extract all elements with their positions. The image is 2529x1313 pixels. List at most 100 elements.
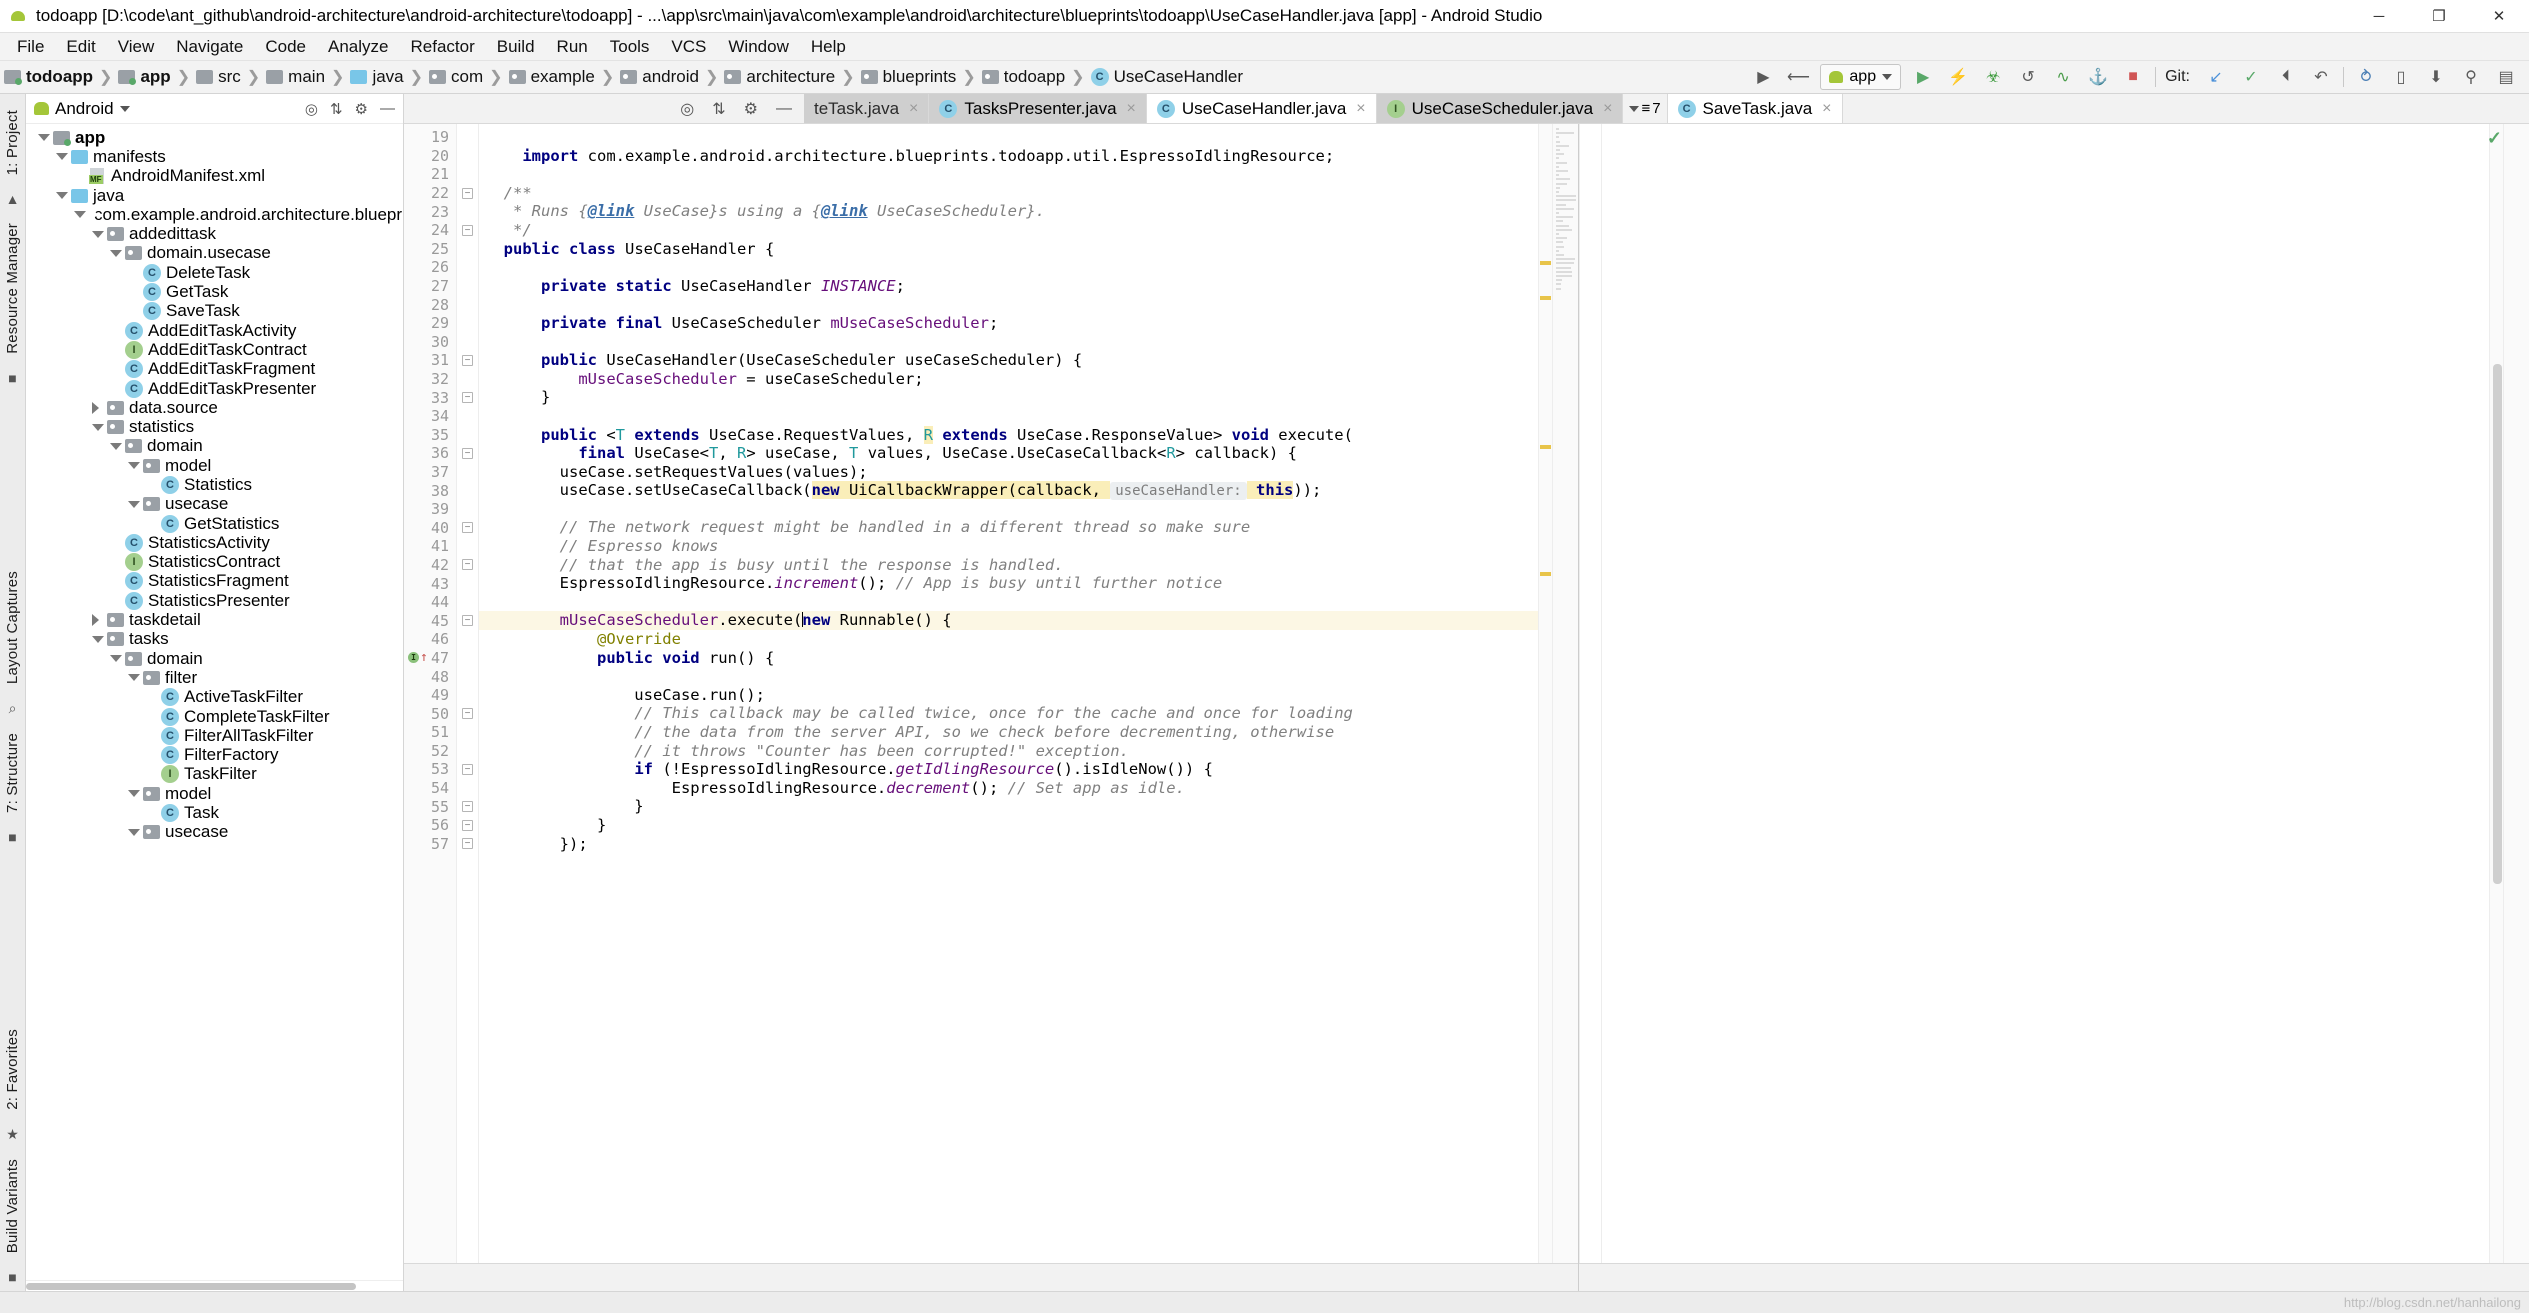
- tree-expand-arrow-icon[interactable]: [92, 402, 104, 414]
- code-line[interactable]: // This callback may be called twice, on…: [479, 704, 1538, 723]
- code-fold-toggle[interactable]: −: [457, 351, 478, 370]
- tree-node-statisticsactivity[interactable]: CStatisticsActivity: [26, 533, 403, 552]
- tree-expand-arrow-icon[interactable]: [110, 250, 122, 257]
- tree-node-activetaskfilter[interactable]: CActiveTaskFilter: [26, 688, 403, 707]
- tabs-overflow-button[interactable]: ≡7: [1623, 94, 1667, 123]
- code-line[interactable]: }: [479, 388, 1538, 407]
- tree-expand-arrow-icon[interactable]: [92, 614, 104, 626]
- run-icon[interactable]: ▶: [1910, 64, 1936, 90]
- tree-expand-arrow-icon[interactable]: [128, 501, 140, 508]
- tree-node-manifests[interactable]: manifests: [26, 147, 403, 166]
- tree-expand-arrow-icon[interactable]: [128, 462, 140, 469]
- fold-gutter-left[interactable]: −−−−−−−−−−−−−: [457, 124, 479, 1263]
- tree-node-filter[interactable]: filter: [26, 668, 403, 687]
- settings-gear-icon[interactable]: ⚙: [355, 100, 368, 118]
- locate-icon[interactable]: ◎: [680, 99, 694, 119]
- code-line[interactable]: // the data from the server API, so we c…: [479, 723, 1538, 742]
- tree-node-addedittaskfragment[interactable]: CAddEditTaskFragment: [26, 360, 403, 379]
- tree-node-addedittaskpresenter[interactable]: CAddEditTaskPresenter: [26, 379, 403, 398]
- breadcrumb-item-todoapp[interactable]: todoapp: [4, 67, 93, 87]
- tool-window-button--favorites[interactable]: 2: Favorites: [4, 1029, 21, 1110]
- menu-item-tools[interactable]: Tools: [599, 35, 661, 59]
- code-line[interactable]: // it throws "Counter has been corrupted…: [479, 742, 1538, 761]
- code-line[interactable]: [479, 295, 1538, 314]
- tree-node-usecase[interactable]: usecase: [26, 495, 403, 514]
- project-view-selector-label[interactable]: Android: [55, 99, 114, 119]
- minimize-button[interactable]: ─: [2349, 0, 2409, 33]
- tree-node-com-example-android-architecture-blueprints-todoapp[interactable]: com.example.android.architecture.bluepri…: [26, 205, 403, 224]
- tree-node-statisticspresenter[interactable]: CStatisticsPresenter: [26, 591, 403, 610]
- profile-icon[interactable]: ∿: [2050, 64, 2076, 90]
- breadcrumb-item-main[interactable]: main: [266, 67, 325, 87]
- close-tab-icon[interactable]: ×: [1356, 100, 1365, 118]
- tree-node-java[interactable]: java: [26, 186, 403, 205]
- tree-node-gettask[interactable]: CGetTask: [26, 282, 403, 301]
- settings-gear-icon[interactable]: ⚙: [744, 99, 758, 119]
- chevron-down-icon[interactable]: [120, 106, 130, 112]
- tree-node-statisticsfragment[interactable]: CStatisticsFragment: [26, 572, 403, 591]
- code-line[interactable]: });: [479, 835, 1538, 854]
- code-line[interactable]: useCase.setRequestValues(values);: [479, 463, 1538, 482]
- tree-node-domain[interactable]: domain: [26, 437, 403, 456]
- editor-tab-taskspresenter-java[interactable]: CTasksPresenter.java×: [929, 94, 1146, 123]
- scrollbar-thumb[interactable]: [26, 1283, 356, 1290]
- tree-expand-arrow-icon[interactable]: [38, 134, 50, 141]
- code-line[interactable]: @Override: [479, 630, 1538, 649]
- code-line[interactable]: // that the app is busy until the respon…: [479, 556, 1538, 575]
- breadcrumb-item-com[interactable]: com: [429, 67, 483, 87]
- run-configuration-selector[interactable]: app: [1820, 64, 1901, 90]
- code-line[interactable]: public UseCaseHandler(UseCaseScheduler u…: [479, 351, 1538, 370]
- git-history-icon[interactable]: ⏴: [2273, 64, 2299, 90]
- code-line[interactable]: public class UseCaseHandler {: [479, 240, 1538, 259]
- tree-node-domain[interactable]: domain: [26, 649, 403, 668]
- menu-item-vcs[interactable]: VCS: [660, 35, 717, 59]
- tree-node-deletetask[interactable]: CDeleteTask: [26, 263, 403, 282]
- editor-tab-tetask-java[interactable]: teTask.java×: [804, 94, 929, 123]
- code-fold-toggle[interactable]: −: [457, 221, 478, 240]
- tool-window-button--project[interactable]: 1: Project: [4, 110, 21, 175]
- breadcrumb-item-android[interactable]: android: [620, 67, 699, 87]
- breadcrumb-item-src[interactable]: src: [196, 67, 241, 87]
- code-fold-toggle[interactable]: −: [457, 835, 478, 854]
- search-everywhere-icon[interactable]: ⚲: [2458, 64, 2484, 90]
- tree-node-taskdetail[interactable]: taskdetail: [26, 610, 403, 629]
- close-tab-icon[interactable]: ×: [1822, 100, 1831, 118]
- tree-node-task[interactable]: CTask: [26, 803, 403, 822]
- code-fold-toggle[interactable]: −: [457, 816, 478, 835]
- code-fold-toggle[interactable]: −: [457, 797, 478, 816]
- breadcrumb-item-example[interactable]: example: [509, 67, 595, 87]
- code-line[interactable]: useCase.setUseCaseCallback(new UiCallbac…: [479, 481, 1538, 500]
- editor-tab-savetask-java[interactable]: CSaveTask.java×: [1668, 94, 1843, 123]
- project-structure-icon[interactable]: ▤: [2493, 64, 2519, 90]
- tree-node-addedittaskcontract[interactable]: IAddEditTaskContract: [26, 340, 403, 359]
- code-line[interactable]: public void run() {: [479, 649, 1538, 668]
- git-update-icon[interactable]: ↙: [2203, 64, 2229, 90]
- stop-icon[interactable]: ■: [2120, 64, 2146, 90]
- collapse-all-icon[interactable]: ⇅: [330, 100, 343, 118]
- code-content-left[interactable]: import com.example.android.architecture.…: [479, 124, 1538, 1263]
- hide-icon[interactable]: —: [776, 100, 792, 118]
- implementing-method-gutter-icon[interactable]: I↑: [408, 650, 434, 665]
- code-line[interactable]: import com.example.android.architecture.…: [479, 147, 1538, 166]
- tree-expand-arrow-icon[interactable]: [110, 443, 122, 450]
- code-line[interactable]: }: [479, 816, 1538, 835]
- code-line[interactable]: final UseCase<T, R> useCase, T values, U…: [479, 444, 1538, 463]
- menu-item-file[interactable]: File: [6, 35, 55, 59]
- menu-item-analyze[interactable]: Analyze: [317, 35, 399, 59]
- code-line[interactable]: // Espresso knows: [479, 537, 1538, 556]
- code-fold-toggle[interactable]: −: [457, 704, 478, 723]
- menu-item-refactor[interactable]: Refactor: [399, 35, 485, 59]
- git-commit-icon[interactable]: ✓: [2238, 64, 2264, 90]
- code-line[interactable]: [479, 407, 1538, 426]
- code-line[interactable]: [479, 333, 1538, 352]
- line-number-gutter-left[interactable]: 1920212223242526272829303132333435363738…: [404, 124, 457, 1263]
- code-line[interactable]: [479, 667, 1538, 686]
- breadcrumb-item-usecasehandler[interactable]: CUseCaseHandler: [1091, 67, 1243, 87]
- tree-expand-arrow-icon[interactable]: [92, 636, 104, 643]
- code-line[interactable]: [479, 128, 1538, 147]
- tree-expand-arrow-icon[interactable]: [128, 790, 140, 797]
- code-line[interactable]: */: [479, 221, 1538, 240]
- code-line[interactable]: /**: [479, 184, 1538, 203]
- code-fold-toggle[interactable]: −: [457, 556, 478, 575]
- code-line[interactable]: mUseCaseScheduler = useCaseScheduler;: [479, 370, 1538, 389]
